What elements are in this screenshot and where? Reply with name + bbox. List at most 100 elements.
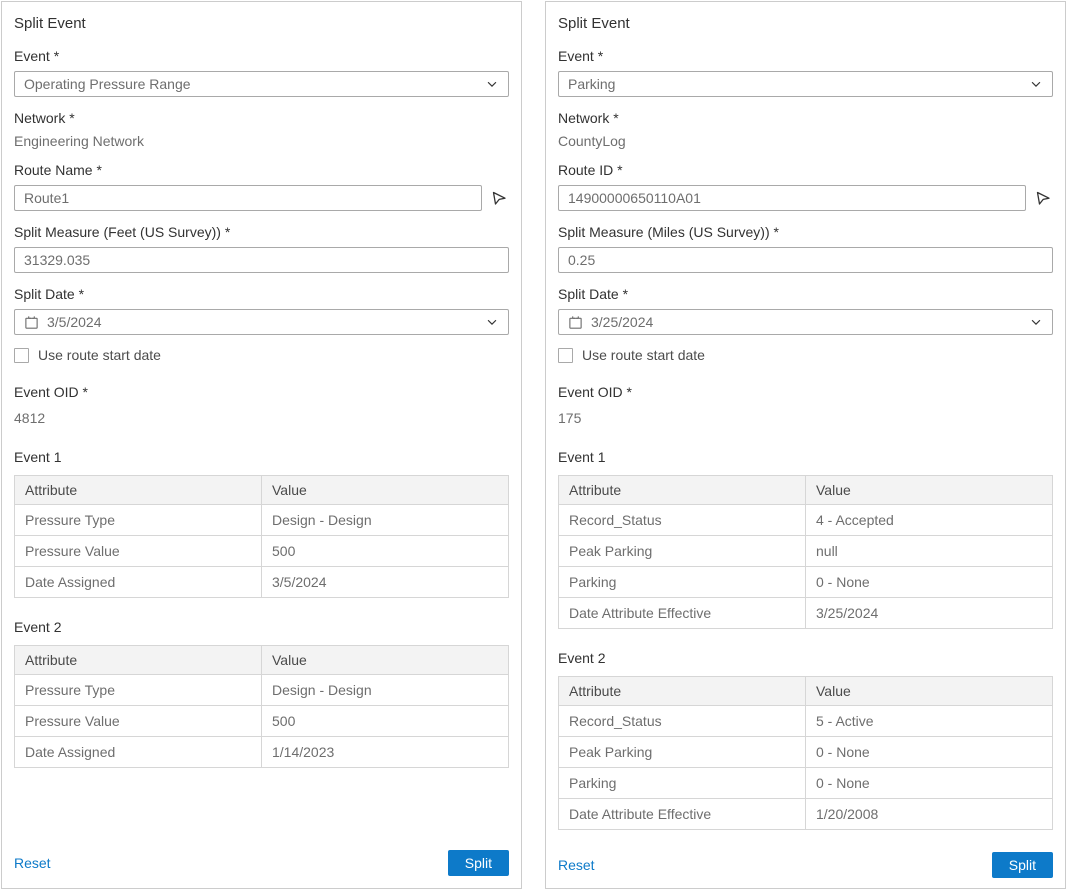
route-input[interactable]: [558, 185, 1026, 211]
map-pointer-icon[interactable]: [1033, 188, 1053, 208]
network-value: Engineering Network: [14, 133, 509, 149]
value-cell: 500: [262, 536, 509, 567]
reset-button[interactable]: Reset: [558, 857, 595, 873]
route-input[interactable]: [14, 185, 482, 211]
split-date-label: Split Date *: [558, 286, 1053, 302]
table-row: Pressure Value 500: [15, 536, 509, 567]
attribute-cell: Date Assigned: [15, 567, 262, 598]
event-select[interactable]: Parking: [558, 71, 1053, 97]
event1-table: Attribute Value Pressure Type Design - D…: [14, 475, 509, 598]
table-row: Date Attribute Effective 3/25/2024: [559, 598, 1053, 629]
event-label: Event *: [14, 48, 509, 64]
value-cell: 3/5/2024: [262, 567, 509, 598]
value-cell: 0 - None: [806, 737, 1053, 768]
chevron-down-icon: [485, 315, 499, 329]
table-row: Record_Status 5 - Active: [559, 706, 1053, 737]
table-row: Date Attribute Effective 1/20/2008: [559, 799, 1053, 830]
attribute-column-header: Attribute: [559, 476, 806, 505]
attribute-cell: Parking: [559, 567, 806, 598]
event2-table: Attribute Value Record_Status 5 - Active…: [558, 676, 1053, 830]
event1-section: Event 1 Attribute Value Pressure Type De…: [14, 449, 509, 598]
table-row: Peak Parking 0 - None: [559, 737, 1053, 768]
network-label: Network *: [558, 110, 1053, 126]
split-button[interactable]: Split: [992, 852, 1053, 878]
event2-table: Attribute Value Pressure Type Design - D…: [14, 645, 509, 768]
table-row: Parking 0 - None: [559, 768, 1053, 799]
split-event-panel-right: Split Event Event * Parking Network * Co…: [545, 1, 1066, 889]
value-column-header: Value: [262, 646, 509, 675]
attribute-column-header: Attribute: [559, 677, 806, 706]
split-measure-input[interactable]: [14, 247, 509, 273]
value-cell: Design - Design: [262, 675, 509, 706]
attribute-cell: Parking: [559, 768, 806, 799]
split-event-panel-left: Split Event Event * Operating Pressure R…: [1, 1, 522, 889]
attribute-cell: Pressure Value: [15, 536, 262, 567]
attribute-column-header: Attribute: [15, 476, 262, 505]
value-column-header: Value: [806, 677, 1053, 706]
use-route-start-date-label: Use route start date: [582, 347, 705, 363]
chevron-down-icon: [1029, 77, 1043, 91]
value-cell: 0 - None: [806, 768, 1053, 799]
split-date-value: 3/5/2024: [47, 314, 485, 330]
event2-section: Event 2 Attribute Value Pressure Type De…: [14, 619, 509, 768]
value-column-header: Value: [806, 476, 1053, 505]
network-value: CountyLog: [558, 133, 1053, 149]
table-row: Date Assigned 3/5/2024: [15, 567, 509, 598]
footer: Reset Split: [14, 840, 509, 876]
calendar-icon: [24, 315, 39, 330]
network-label: Network *: [14, 110, 509, 126]
event-oid-label: Event OID *: [14, 384, 509, 400]
value-cell: 0 - None: [806, 567, 1053, 598]
value-cell: Design - Design: [262, 505, 509, 536]
event-select-value: Operating Pressure Range: [24, 76, 485, 92]
attribute-cell: Pressure Value: [15, 706, 262, 737]
reset-button[interactable]: Reset: [14, 855, 51, 871]
split-date-picker[interactable]: 3/25/2024: [558, 309, 1053, 335]
event-select-value: Parking: [568, 76, 1029, 92]
split-date-picker[interactable]: 3/5/2024: [14, 309, 509, 335]
event-select[interactable]: Operating Pressure Range: [14, 71, 509, 97]
event2-title: Event 2: [14, 619, 509, 635]
route-label: Route Name *: [14, 162, 509, 178]
split-event-widgets: Split Event Event * Operating Pressure R…: [0, 0, 1067, 890]
split-date-value: 3/25/2024: [591, 314, 1029, 330]
value-cell: 500: [262, 706, 509, 737]
table-row: Peak Parking null: [559, 536, 1053, 567]
event1-title: Event 1: [14, 449, 509, 465]
value-cell: 1/14/2023: [262, 737, 509, 768]
chevron-down-icon: [1029, 315, 1043, 329]
use-route-start-date-checkbox[interactable]: [558, 348, 573, 363]
calendar-icon: [568, 315, 583, 330]
route-label: Route ID *: [558, 162, 1053, 178]
use-route-start-date-checkbox[interactable]: [14, 348, 29, 363]
attribute-cell: Date Assigned: [15, 737, 262, 768]
chevron-down-icon: [485, 77, 499, 91]
event-oid-value: 4812: [14, 410, 509, 426]
value-cell: 3/25/2024: [806, 598, 1053, 629]
map-pointer-icon[interactable]: [489, 188, 509, 208]
table-row: Parking 0 - None: [559, 567, 1053, 598]
page-title: Split Event: [14, 15, 509, 32]
event1-section: Event 1 Attribute Value Record_Status 4 …: [558, 449, 1053, 629]
event1-title: Event 1: [558, 449, 1053, 465]
table-row: Pressure Type Design - Design: [15, 505, 509, 536]
page-title: Split Event: [558, 15, 1053, 32]
event2-section: Event 2 Attribute Value Record_Status 5 …: [558, 650, 1053, 830]
split-measure-input[interactable]: [558, 247, 1053, 273]
value-cell: 4 - Accepted: [806, 505, 1053, 536]
attribute-column-header: Attribute: [15, 646, 262, 675]
attribute-cell: Date Attribute Effective: [559, 799, 806, 830]
event-oid-label: Event OID *: [558, 384, 1053, 400]
footer: Reset Split: [558, 842, 1053, 878]
attribute-cell: Pressure Type: [15, 675, 262, 706]
use-route-start-date-label: Use route start date: [38, 347, 161, 363]
attribute-cell: Peak Parking: [559, 737, 806, 768]
attribute-cell: Peak Parking: [559, 536, 806, 567]
value-cell: 5 - Active: [806, 706, 1053, 737]
event-oid-value: 175: [558, 410, 1053, 426]
attribute-cell: Record_Status: [559, 505, 806, 536]
event1-table: Attribute Value Record_Status 4 - Accept…: [558, 475, 1053, 629]
split-button[interactable]: Split: [448, 850, 509, 876]
table-row: Date Assigned 1/14/2023: [15, 737, 509, 768]
event2-title: Event 2: [558, 650, 1053, 666]
